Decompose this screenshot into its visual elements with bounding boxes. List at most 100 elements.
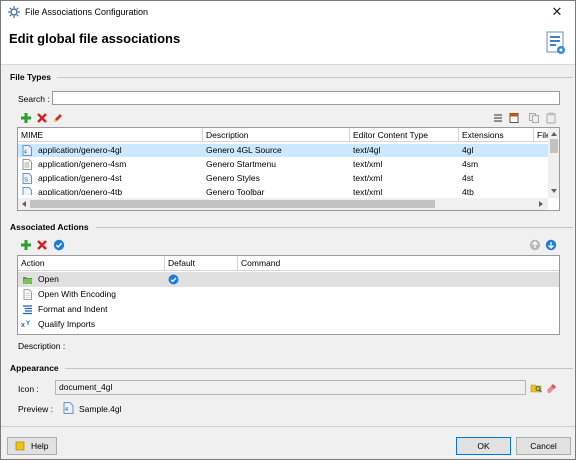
app-gear-icon xyxy=(8,6,20,18)
svg-text:S: S xyxy=(24,178,28,184)
content-type-cell: text/xml xyxy=(353,187,383,195)
scroll-left-icon[interactable] xyxy=(21,201,26,207)
svg-text:4: 4 xyxy=(65,407,68,413)
column-header-mime[interactable]: MIME ^ xyxy=(18,128,203,142)
extensions-cell: 4sm xyxy=(462,159,479,169)
title-bar: File Associations Configuration ✕ xyxy=(1,1,575,23)
file-types-section-title: File Types xyxy=(10,72,51,82)
table-row[interactable]: application/genero-4sm Genero Startmenu … xyxy=(18,158,548,171)
scroll-right-icon[interactable] xyxy=(539,201,544,207)
browse-icon[interactable] xyxy=(530,382,542,394)
content-type-cell: text/4gl xyxy=(353,145,381,155)
appearance-section-title: Appearance xyxy=(10,363,59,373)
section-divider xyxy=(57,77,573,78)
svg-text:4: 4 xyxy=(24,150,27,156)
move-down-icon[interactable] xyxy=(545,239,557,251)
dialog-header: Edit global file associations xyxy=(1,23,575,65)
add-action-icon[interactable] xyxy=(20,239,32,251)
table-row[interactable]: Open xyxy=(18,272,559,287)
preview-label: Preview : xyxy=(18,404,53,414)
help-icon xyxy=(15,441,25,451)
content-type-cell: text/xml xyxy=(353,159,383,169)
remove-action-icon[interactable] xyxy=(36,239,48,251)
paste-icon[interactable] xyxy=(545,112,557,124)
styles-file-icon: S xyxy=(22,173,32,184)
set-default-icon[interactable] xyxy=(53,239,65,251)
description-label: Description : xyxy=(18,341,66,351)
column-header-description[interactable]: Description xyxy=(203,128,350,142)
search-input[interactable] xyxy=(52,91,560,105)
mime-cell: application/genero-4tb xyxy=(38,187,123,195)
toolbar-file-icon xyxy=(22,187,32,195)
column-header-extensions[interactable]: Extensions xyxy=(459,128,534,142)
extensions-cell: 4st xyxy=(462,173,474,183)
column-header-content-type[interactable]: Editor Content Type xyxy=(350,128,459,142)
description-cell: Genero Toolbar xyxy=(206,187,265,195)
icon-label: Icon : xyxy=(18,384,39,394)
description-cell: Genero Startmenu xyxy=(206,159,276,169)
help-button-label: Help xyxy=(31,441,49,451)
column-header-label: MIME xyxy=(21,130,44,140)
footer-divider xyxy=(1,426,575,427)
action-cell: Qualify Imports xyxy=(38,319,96,329)
associated-actions-section-title: Associated Actions xyxy=(10,222,89,232)
help-button[interactable]: Help xyxy=(7,437,57,455)
sort-indicator-icon: ^ xyxy=(106,127,110,133)
content-type-cell: text/xml xyxy=(353,173,383,183)
action-cell: Format and Indent xyxy=(38,304,108,314)
horizontal-scroll-thumb[interactable] xyxy=(30,200,435,208)
default-check-icon xyxy=(168,274,179,285)
section-divider xyxy=(65,368,573,369)
table-row[interactable]: x Y Qualify Imports xyxy=(18,317,559,332)
icon-field[interactable]: document_4gl xyxy=(55,380,526,395)
format-icon xyxy=(23,305,32,315)
close-icon[interactable]: ✕ xyxy=(549,4,565,20)
description-cell: Genero Styles xyxy=(206,173,260,183)
page-title: Edit global file associations xyxy=(9,31,181,46)
open-icon xyxy=(23,277,33,284)
section-divider xyxy=(96,227,573,228)
mime-cell: application/genero-4sm xyxy=(38,159,127,169)
action-cell: Open With Encoding xyxy=(38,289,116,299)
mime-cell: application/genero-4gl xyxy=(38,145,122,155)
vertical-scrollbar[interactable] xyxy=(548,128,559,198)
preview-value: Sample.4gl xyxy=(79,404,122,414)
horizontal-scrollbar[interactable] xyxy=(18,198,548,210)
move-up-icon[interactable] xyxy=(529,239,541,251)
svg-text:Y: Y xyxy=(26,321,30,327)
table-row[interactable]: S application/genero-4st Genero Styles t… xyxy=(18,172,548,185)
actions-table-header: Action Default Command xyxy=(18,256,559,271)
clear-icon[interactable] xyxy=(545,382,557,394)
action-cell: Open xyxy=(38,274,59,284)
table-row[interactable]: Format and Indent xyxy=(18,302,559,317)
mime-cell: application/genero-4st xyxy=(38,173,122,183)
table-row[interactable]: application/genero-4tb Genero Toolbar te… xyxy=(18,186,548,195)
startmenu-file-icon xyxy=(22,159,32,170)
copy-icon[interactable] xyxy=(528,112,540,124)
list-view-icon[interactable] xyxy=(492,112,504,124)
cancel-button[interactable]: Cancel xyxy=(516,437,571,455)
document-icon xyxy=(23,289,32,300)
table-row[interactable]: Open With Encoding xyxy=(18,287,559,302)
column-header-default[interactable]: Default xyxy=(165,256,238,271)
table-row[interactable]: 4 application/genero-4gl Genero 4GL Sour… xyxy=(18,144,548,157)
search-label: Search : xyxy=(18,94,50,104)
file-types-table-header: MIME ^ Description Editor Content Type E… xyxy=(18,128,551,142)
columns-icon[interactable] xyxy=(508,112,520,124)
add-icon[interactable] xyxy=(20,112,32,124)
actions-table: Action Default Command Open Open With En… xyxy=(17,255,560,335)
extensions-cell: 4gl xyxy=(462,145,474,155)
scroll-down-icon[interactable] xyxy=(551,189,557,194)
column-header-command[interactable]: Command xyxy=(238,256,559,271)
remove-icon[interactable] xyxy=(36,112,48,124)
scroll-up-icon[interactable] xyxy=(551,131,557,136)
ok-button[interactable]: OK xyxy=(456,437,511,455)
edit-icon[interactable] xyxy=(52,112,64,124)
file-types-table: MIME ^ Description Editor Content Type E… xyxy=(17,127,560,211)
svg-text:x: x xyxy=(21,322,25,329)
dialog-window: File Associations Configuration ✕ Edit g… xyxy=(0,0,576,460)
vertical-scroll-thumb[interactable] xyxy=(550,139,558,153)
window-title: File Associations Configuration xyxy=(25,7,149,17)
description-cell: Genero 4GL Source xyxy=(206,145,282,155)
column-header-action[interactable]: Action xyxy=(18,256,165,271)
